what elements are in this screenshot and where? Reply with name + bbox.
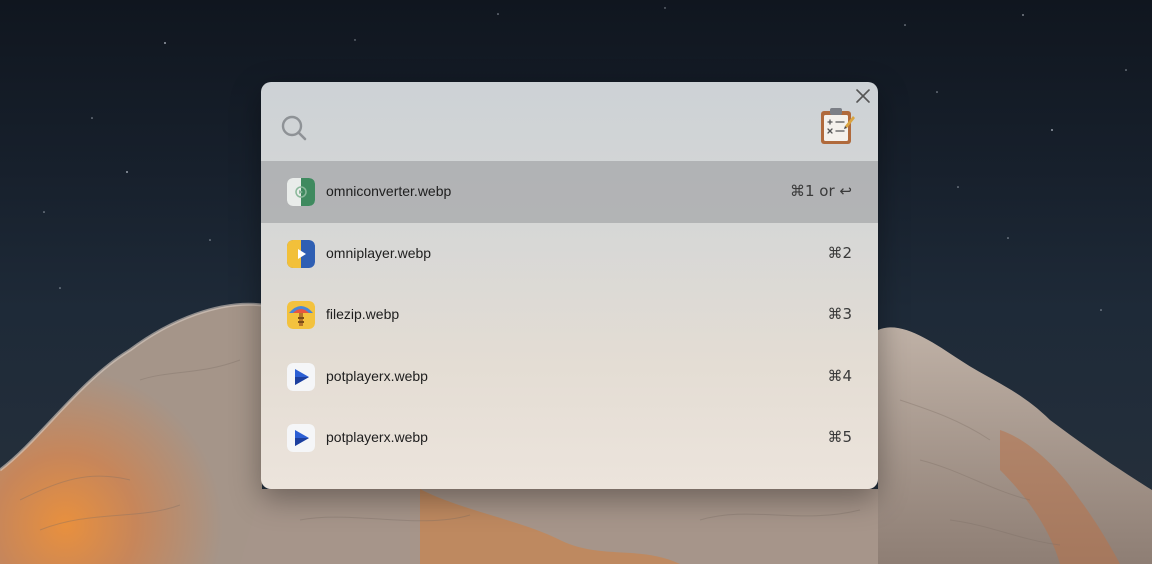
result-shortcut: ⌘5 (827, 428, 852, 447)
potplayerx-app-icon (287, 424, 315, 453)
filezip-app-icon (287, 301, 315, 330)
result-name: potplayerx.webp (326, 367, 428, 384)
result-shortcut: ⌘2 (827, 243, 852, 262)
list-item[interactable]: potplayerx.webp ⌘5 (261, 407, 878, 469)
search-bar (261, 82, 878, 161)
result-shortcut: ⌘3 (827, 305, 852, 324)
result-shortcut: ⌘4 (827, 366, 852, 385)
desktop-background: omniconverter.webp ⌘1 or ↩ omniplayer.we… (0, 0, 1152, 564)
omniplayer-app-icon (287, 239, 315, 268)
result-shortcut: ⌘1 or ↩ (790, 182, 852, 200)
list-item[interactable]: filezip.webp ⌘3 (261, 284, 878, 346)
result-name: filezip.webp (326, 306, 400, 323)
omniconverter-app-icon (287, 178, 315, 206)
list-item[interactable]: potplayerx.webp ⌘4 (261, 346, 878, 408)
results-list: omniconverter.webp ⌘1 or ↩ omniplayer.we… (261, 161, 878, 469)
search-input[interactable] (321, 108, 805, 146)
potplayerx-app-icon (287, 362, 315, 391)
result-name: potplayerx.webp (326, 429, 428, 446)
launcher-panel: omniconverter.webp ⌘1 or ↩ omniplayer.we… (261, 82, 878, 489)
list-item[interactable]: omniplayer.webp ⌘2 (261, 223, 878, 285)
result-name: omniconverter.webp (326, 183, 452, 199)
result-name: omniplayer.webp (326, 244, 432, 261)
search-icon (281, 115, 307, 141)
clipboard-icon[interactable] (818, 106, 856, 146)
list-item[interactable]: omniconverter.webp ⌘1 or ↩ (261, 161, 878, 223)
